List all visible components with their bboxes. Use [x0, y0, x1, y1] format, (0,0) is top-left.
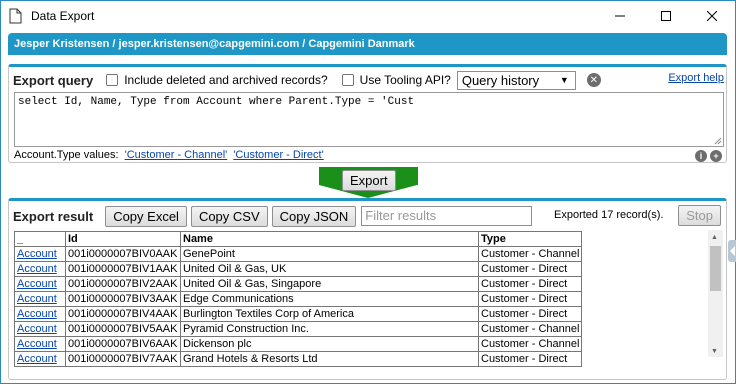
export-query-panel: Export query Include deleted and archive… [8, 64, 727, 163]
tooling-api-label: Use Tooling API? [359, 73, 451, 87]
add-icon[interactable]: + [710, 150, 722, 162]
include-deleted-label: Include deleted and archived records? [124, 73, 328, 87]
close-icon [707, 11, 717, 21]
table-header-row: _ Id Name Type [14, 231, 583, 247]
user-info-bar: Jesper Kristensen / jesper.kristensen@ca… [8, 33, 727, 55]
column-header: _ [14, 231, 66, 247]
title-bar: Data Export [1, 1, 735, 31]
record-id: 001i0000007BIV2AAK [65, 276, 181, 292]
record-type: Customer - Channel [477, 336, 583, 352]
record-link[interactable]: Account [17, 263, 57, 275]
scroll-up-icon[interactable]: ▲ [711, 234, 718, 241]
tooling-api-option[interactable]: Use Tooling API? [341, 73, 451, 87]
record-name: Pyramid Construction Inc. [180, 321, 479, 337]
type-value-customer-channel[interactable]: 'Customer - Channel' [125, 149, 228, 161]
result-toolbar: Export result Copy Excel Copy CSV Copy J… [13, 205, 533, 227]
record-name: Dickenson plc [180, 336, 479, 352]
query-toolbar: Export query Include deleted and archive… [13, 70, 601, 90]
export-button[interactable]: Export [342, 170, 396, 191]
record-id: 001i0000007BIV0AAK [65, 246, 181, 262]
record-link[interactable]: Account [17, 353, 57, 365]
query-textarea[interactable]: select Id, Name, Type from Account where… [14, 92, 724, 147]
record-id: 001i0000007BIV1AAK [65, 261, 181, 277]
record-link[interactable]: Account [17, 248, 57, 260]
record-link[interactable]: Account [17, 323, 57, 335]
record-name: United Oil & Gas, UK [180, 261, 479, 277]
results-table: _ Id Name Type Account 001i0000007BIV0AA… [14, 231, 583, 367]
tooling-api-checkbox[interactable] [341, 74, 354, 86]
include-deleted-option[interactable]: Include deleted and archived records? [106, 73, 328, 87]
record-type: Customer - Direct [477, 291, 583, 307]
window-title: Data Export [31, 9, 95, 23]
type-values-line: Account.Type values: 'Customer - Channel… [14, 149, 324, 161]
query-history-value: Query history [461, 72, 540, 88]
record-id: 001i0000007BIV5AAK [65, 321, 181, 337]
close-button[interactable] [689, 1, 735, 31]
export-result-panel: Export result Copy Excel Copy CSV Copy J… [8, 198, 727, 380]
include-deleted-checkbox[interactable] [106, 74, 119, 86]
side-panel-toggle[interactable] [728, 240, 736, 262]
record-type: Customer - Channel [477, 246, 583, 262]
copy-csv-button[interactable]: Copy CSV [190, 205, 268, 227]
data-export-window: Data Export Jesper Kristensen / jesper.k… [0, 0, 736, 384]
record-link[interactable]: Account [17, 308, 57, 320]
info-icon[interactable]: i [695, 150, 707, 162]
table-row: Account 001i0000007BIV5AAK Pyramid Const… [14, 321, 583, 337]
record-type: Customer - Direct [477, 276, 583, 292]
record-id: 001i0000007BIV3AAK [65, 291, 181, 307]
minimize-button[interactable] [597, 1, 643, 31]
export-help-link[interactable]: Export help [668, 72, 724, 84]
table-row: Account 001i0000007BIV0AAK GenePoint Cus… [14, 246, 583, 262]
record-link[interactable]: Account [17, 338, 57, 350]
scrollbar-thumb[interactable] [710, 246, 721, 291]
column-header: Type [477, 231, 583, 247]
record-name: Edge Communications [180, 291, 479, 307]
filter-results-input[interactable]: Filter results [361, 206, 533, 226]
minimize-icon [615, 15, 625, 17]
record-name: United Oil & Gas, Singapore [180, 276, 479, 292]
results-table-container: _ Id Name Type Account 001i0000007BIV0AA… [14, 231, 721, 381]
record-link[interactable]: Account [17, 293, 57, 305]
record-type: Customer - Direct [477, 306, 583, 322]
record-type: Customer - Direct [477, 351, 583, 367]
export-result-heading: Export result [13, 208, 94, 224]
query-history-select[interactable]: Query history ▼ [456, 70, 576, 90]
type-values-label: Account.Type values: [14, 149, 119, 161]
table-row: Account 001i0000007BIV4AAK Burlington Te… [14, 306, 583, 322]
column-header: Name [180, 231, 479, 247]
table-row: Account 001i0000007BIV2AAK United Oil & … [14, 276, 583, 292]
record-link[interactable]: Account [17, 278, 57, 290]
clear-history-icon[interactable]: ✕ [586, 73, 601, 87]
maximize-button[interactable] [643, 1, 689, 31]
maximize-icon [661, 11, 671, 21]
export-arrow: Export [319, 167, 418, 198]
exported-status: Exported 17 record(s). [554, 209, 664, 221]
record-name: Burlington Textiles Corp of America [180, 306, 479, 322]
type-value-customer-direct[interactable]: 'Customer - Direct' [233, 149, 323, 161]
export-query-heading: Export query [13, 72, 94, 88]
query-text: select Id, Name, Type from Account where… [18, 96, 415, 108]
table-row: Account 001i0000007BIV1AAK United Oil & … [14, 261, 583, 277]
document-icon [9, 8, 22, 24]
results-scrollbar[interactable]: ▲ ▼ [708, 230, 723, 357]
dropdown-arrow-icon: ▼ [559, 74, 569, 85]
stop-button[interactable]: Stop [678, 205, 721, 226]
record-type: Customer - Direct [477, 261, 583, 277]
record-name: GenePoint [180, 246, 479, 262]
record-id: 001i0000007BIV4AAK [65, 306, 181, 322]
column-header: Id [65, 231, 181, 247]
table-row: Account 001i0000007BIV6AAK Dickenson plc… [14, 336, 583, 352]
record-id: 001i0000007BIV7AAK [65, 351, 181, 367]
record-id: 001i0000007BIV6AAK [65, 336, 181, 352]
table-row: Account 001i0000007BIV7AAK Grand Hotels … [14, 351, 583, 367]
record-name: Grand Hotels & Resorts Ltd [180, 351, 479, 367]
record-type: Customer - Channel [477, 321, 583, 337]
resize-handle-icon[interactable] [714, 137, 722, 145]
scroll-down-icon[interactable]: ▼ [711, 348, 718, 355]
table-row: Account 001i0000007BIV3AAK Edge Communic… [14, 291, 583, 307]
copy-json-button[interactable]: Copy JSON [271, 205, 357, 227]
copy-excel-button[interactable]: Copy Excel [105, 205, 187, 227]
